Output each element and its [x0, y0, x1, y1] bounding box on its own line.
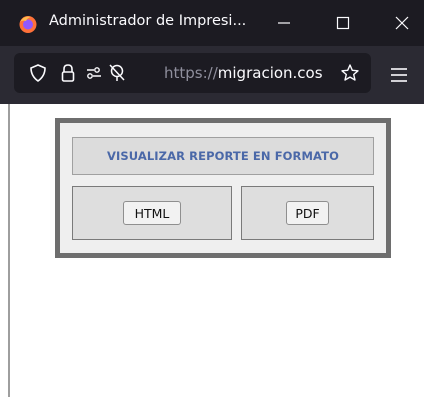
maximize-button[interactable] [325, 8, 361, 38]
firefox-icon [19, 16, 37, 33]
pdf-button[interactable]: PDF [286, 201, 329, 225]
window-title: Administrador de Impresi... [49, 13, 247, 29]
lock-icon[interactable] [58, 63, 78, 83]
hamburger-menu-icon[interactable] [387, 63, 411, 87]
maximize-icon [336, 16, 350, 30]
browser-toolbar: https://migracion.cos [0, 46, 424, 104]
page-left-border [8, 104, 10, 397]
url-bar[interactable]: https://migracion.cos [14, 53, 371, 93]
window-titlebar: Administrador de Impresi... [0, 0, 424, 46]
close-icon [395, 16, 409, 30]
shield-icon[interactable] [28, 63, 48, 83]
bookmark-star-icon[interactable] [340, 63, 360, 83]
url-text[interactable]: https://migracion.cos [164, 64, 340, 82]
close-button[interactable] [384, 8, 420, 38]
minimize-button[interactable] [266, 8, 302, 38]
pdf-option-cell: PDF [241, 186, 374, 240]
permissions-icon[interactable] [84, 63, 104, 83]
html-option-cell: HTML [72, 186, 232, 240]
url-prefix: https:// [164, 64, 218, 82]
report-heading: VISUALIZAR REPORTE EN FORMATO [107, 149, 339, 163]
html-button[interactable]: HTML [123, 201, 181, 225]
minimize-icon [278, 22, 290, 24]
tracking-blocked-icon[interactable] [107, 63, 127, 83]
url-domain: migracion.cos [217, 64, 323, 82]
report-heading-cell: VISUALIZAR REPORTE EN FORMATO [72, 137, 374, 175]
